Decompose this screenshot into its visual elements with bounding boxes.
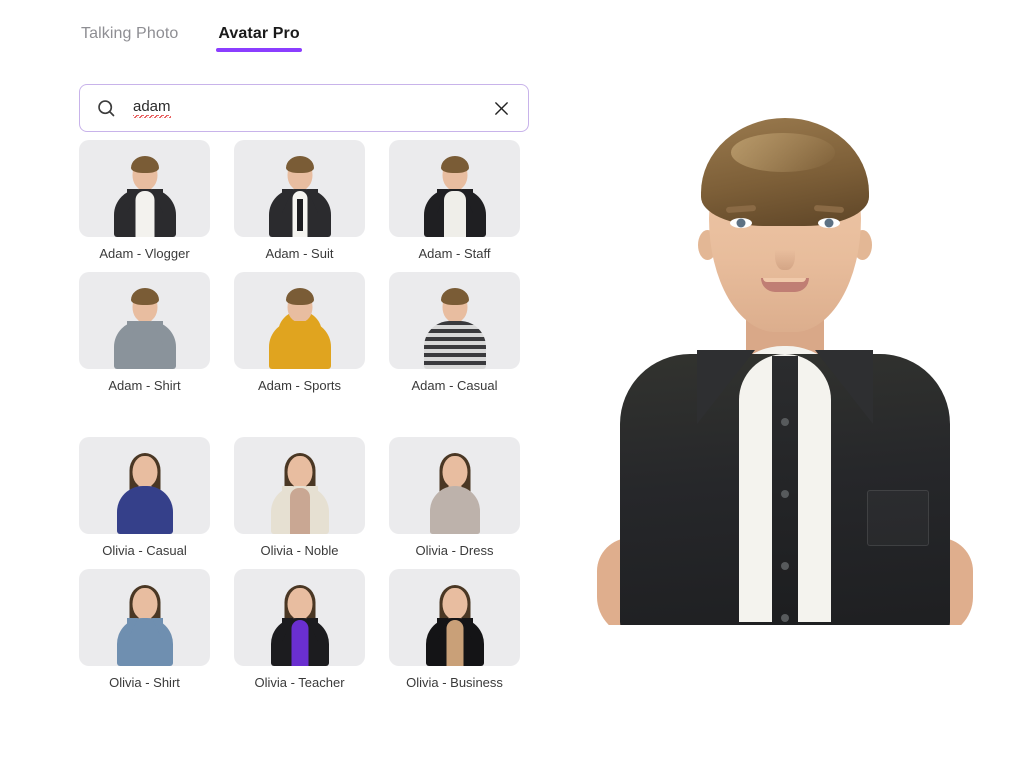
avatar-preview-panel xyxy=(545,0,1024,768)
avatar-card-label: Adam - Vlogger xyxy=(99,246,190,261)
avatar-card-label: Adam - Staff xyxy=(418,246,491,261)
avatar-thumbnail xyxy=(234,569,365,666)
avatar-eye-right-icon xyxy=(817,218,840,228)
avatar-figure-icon xyxy=(260,283,340,369)
tab-avatar-pro-label: Avatar Pro xyxy=(218,25,300,42)
avatar-card-adam-vlogger[interactable]: Adam - Vlogger xyxy=(79,140,210,262)
avatar-thumbnail xyxy=(234,272,365,369)
avatar-row: Olivia - Casual Olivia - Noble Olivia - … xyxy=(79,437,531,559)
avatar-card-adam-sports[interactable]: Adam - Sports xyxy=(234,272,365,394)
avatar-shirt-pocket-icon xyxy=(866,490,929,546)
avatar-group-adam: Adam - Vlogger Adam - Suit Adam - Staff … xyxy=(79,140,531,394)
avatar-card-olivia-noble[interactable]: Olivia - Noble xyxy=(234,437,365,559)
search-icon xyxy=(96,98,117,119)
avatar-card-label: Olivia - Noble xyxy=(260,543,339,558)
avatar-row: Adam - Vlogger Adam - Suit Adam - Staff xyxy=(79,140,531,262)
avatar-thumbnail xyxy=(234,437,365,534)
avatar-card-label: Adam - Sports xyxy=(257,378,342,393)
avatar-card-adam-suit[interactable]: Adam - Suit xyxy=(234,140,365,262)
avatar-card-olivia-dress[interactable]: Olivia - Dress xyxy=(389,437,520,559)
avatar-card-label: Adam - Suit xyxy=(265,246,334,261)
search-input-value: adam xyxy=(133,98,171,118)
avatar-card-olivia-business[interactable]: Olivia - Business xyxy=(389,569,520,691)
preview-crop-mask xyxy=(584,625,985,768)
avatar-card-label: Olivia - Shirt xyxy=(109,675,180,690)
preview-stage xyxy=(545,0,1024,768)
avatar-figure-icon xyxy=(260,580,340,666)
avatar-collar-left-icon xyxy=(696,350,755,424)
avatar-card-label: Olivia - Teacher xyxy=(254,675,345,690)
avatar-eye-left-icon xyxy=(729,218,752,228)
avatar-figure-icon xyxy=(260,448,340,534)
avatar-thumbnail xyxy=(389,140,520,237)
avatar-library-panel: Talking Photo Avatar Pro adam Adam - Vlo… xyxy=(0,0,545,768)
avatar-card-label: Adam - Shirt xyxy=(108,378,181,393)
search-input[interactable]: adam xyxy=(133,98,488,118)
avatar-thumbnail xyxy=(79,140,210,237)
avatar-card-label: Adam - Casual xyxy=(411,378,498,393)
avatar-thumbnail xyxy=(389,569,520,666)
avatar-card-adam-shirt[interactable]: Adam - Shirt xyxy=(79,272,210,394)
avatar-card-label: Olivia - Dress xyxy=(415,543,494,558)
avatar-collar-right-icon xyxy=(814,350,873,424)
avatar-group-olivia: Olivia - Casual Olivia - Noble Olivia - … xyxy=(79,437,531,691)
avatar-card-olivia-shirt[interactable]: Olivia - Shirt xyxy=(79,569,210,691)
avatar-figure-icon xyxy=(415,151,495,237)
avatar-grid: Adam - Vlogger Adam - Suit Adam - Staff … xyxy=(79,140,531,697)
avatar-card-adam-casual[interactable]: Adam - Casual xyxy=(389,272,520,394)
tab-talking-photo-label: Talking Photo xyxy=(81,25,179,42)
avatar-shirt-button-icon xyxy=(780,562,789,570)
avatar-figure-icon xyxy=(260,151,340,237)
avatar-thumbnail xyxy=(79,569,210,666)
avatar-card-label: Olivia - Casual xyxy=(102,543,187,558)
tab-bar: Talking Photo Avatar Pro xyxy=(79,24,303,58)
avatar-row: Olivia - Shirt Olivia - Teacher Olivia -… xyxy=(79,569,531,691)
avatar-picker-app: Talking Photo Avatar Pro adam Adam - Vlo… xyxy=(0,0,1024,768)
avatar-figure-icon xyxy=(105,448,185,534)
avatar-thumbnail xyxy=(79,272,210,369)
avatar-nose-icon xyxy=(774,236,795,270)
avatar-figure-icon xyxy=(105,283,185,369)
tab-avatar-pro[interactable]: Avatar Pro xyxy=(216,24,303,58)
avatar-shirt-button-icon xyxy=(780,614,789,622)
avatar-card-olivia-casual[interactable]: Olivia - Casual xyxy=(79,437,210,559)
avatar-thumbnail xyxy=(234,140,365,237)
avatar-card-olivia-teacher[interactable]: Olivia - Teacher xyxy=(234,569,365,691)
tab-talking-photo[interactable]: Talking Photo xyxy=(79,24,180,58)
avatar-shirt-button-icon xyxy=(780,418,789,426)
avatar-figure-icon xyxy=(415,283,495,369)
search-box[interactable]: adam xyxy=(79,84,529,132)
avatar-card-label: Olivia - Business xyxy=(406,675,503,690)
avatar-mouth-icon xyxy=(760,278,809,292)
avatar-row: Adam - Shirt Adam - Sports Adam - Casual xyxy=(79,272,531,394)
avatar-thumbnail xyxy=(389,437,520,534)
avatar-thumbnail xyxy=(389,272,520,369)
preview-avatar-image xyxy=(584,118,985,768)
avatar-thumbnail xyxy=(79,437,210,534)
avatar-figure-icon xyxy=(415,448,495,534)
avatar-figure-icon xyxy=(105,151,185,237)
avatar-figure-icon xyxy=(415,580,495,666)
avatar-card-adam-staff[interactable]: Adam - Staff xyxy=(389,140,520,262)
avatar-shirt-button-icon xyxy=(780,490,789,498)
avatar-figure-icon xyxy=(105,580,185,666)
clear-search-button[interactable] xyxy=(488,95,514,121)
